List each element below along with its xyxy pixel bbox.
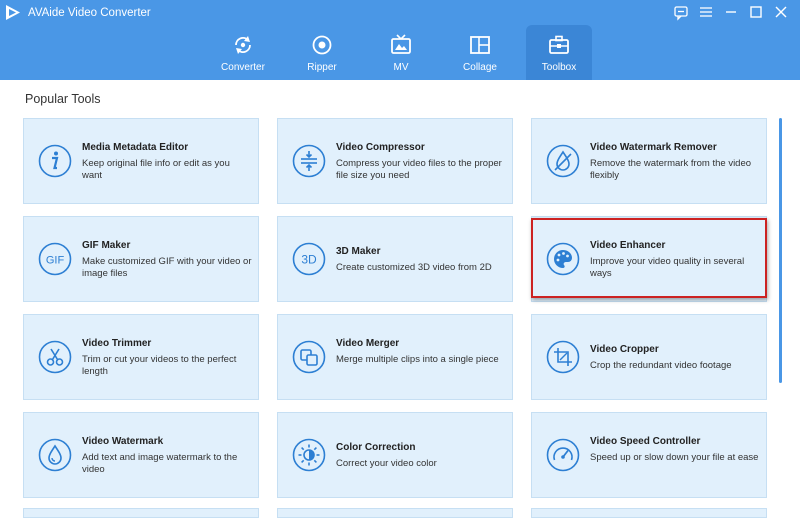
collage-icon bbox=[470, 36, 490, 54]
compress-icon bbox=[292, 144, 326, 178]
speed-icon bbox=[546, 438, 580, 472]
tool-description: Correct your video color bbox=[336, 458, 437, 469]
drop-icon bbox=[38, 438, 72, 472]
app-logo-icon bbox=[6, 5, 20, 20]
tool-card-video-trimmer[interactable]: Video Trimmer Trim or cut your videos to… bbox=[23, 314, 259, 400]
maximize-icon[interactable] bbox=[747, 3, 765, 21]
tool-title: Video Watermark Remover bbox=[590, 142, 717, 153]
app-title: AVAide Video Converter bbox=[28, 7, 151, 19]
mv-icon bbox=[391, 34, 411, 54]
tool-description: Speed up or slow down your file at ease bbox=[590, 452, 759, 463]
tool-description: Crop the redundant video footage bbox=[590, 360, 732, 371]
tool-card-video-watermark[interactable]: Video Watermark Add text and image water… bbox=[23, 412, 259, 498]
tool-card-video-speed-controller[interactable]: Video Speed Controller Speed up or slow … bbox=[531, 412, 767, 498]
toolbox-icon bbox=[549, 35, 569, 54]
scissors-icon bbox=[38, 340, 72, 374]
tool-title: Video Compressor bbox=[336, 142, 425, 153]
scrollbar-thumb[interactable] bbox=[779, 118, 782, 383]
tool-card-video-merger[interactable]: Video Merger Merge multiple clips into a… bbox=[277, 314, 513, 400]
tab-toolbox-label: Toolbox bbox=[541, 62, 577, 73]
tool-title: 3D Maker bbox=[336, 246, 381, 257]
section-title: Popular Tools bbox=[25, 92, 101, 106]
tool-card-partial[interactable] bbox=[23, 508, 259, 518]
menu-icon[interactable] bbox=[697, 3, 715, 21]
svg-text:3D: 3D bbox=[301, 253, 317, 267]
tool-card-video-cropper[interactable]: Video Cropper Crop the redundant video f… bbox=[531, 314, 767, 400]
tool-description: Create customized 3D video from 2D bbox=[336, 262, 492, 273]
close-icon[interactable] bbox=[772, 3, 790, 21]
crop-icon bbox=[546, 340, 580, 374]
tool-description: Remove the watermark from the video flex… bbox=[590, 158, 752, 181]
tool-card-gif-maker[interactable]: GIF GIF Maker Make customized GIF with y… bbox=[23, 216, 259, 302]
3d-icon: 3D bbox=[292, 242, 326, 276]
watermark-remove-icon bbox=[546, 144, 580, 178]
highlight-box bbox=[531, 218, 767, 298]
tab-collage-label: Collage bbox=[463, 62, 497, 73]
tool-description: Make customized GIF with your video or i… bbox=[82, 256, 252, 279]
tool-description: Merge multiple clips into a single piece bbox=[336, 354, 499, 365]
tab-toolbox[interactable]: Toolbox bbox=[526, 25, 592, 80]
tool-title: Video Merger bbox=[336, 338, 400, 349]
sun-icon bbox=[292, 438, 326, 472]
tool-description: Keep original file info or edit as you w… bbox=[82, 158, 230, 181]
tool-card-color-correction[interactable]: Color Correction Correct your video colo… bbox=[277, 412, 513, 498]
feedback-icon[interactable] bbox=[672, 3, 690, 21]
tab-converter-label: Converter bbox=[221, 62, 265, 73]
tab-converter[interactable]: Converter bbox=[210, 25, 276, 80]
tab-collage[interactable]: Collage bbox=[447, 25, 513, 80]
tool-description: Add text and image watermark to the vide… bbox=[82, 452, 238, 475]
gif-icon: GIF bbox=[38, 242, 72, 276]
tab-ripper[interactable]: Ripper bbox=[289, 25, 355, 80]
svg-text:GIF: GIF bbox=[46, 255, 65, 267]
tool-card-media-metadata-editor[interactable]: Media Metadata Editor Keep original file… bbox=[23, 118, 259, 204]
tool-title: GIF Maker bbox=[82, 240, 131, 251]
tool-card-partial[interactable] bbox=[277, 508, 513, 518]
tool-title: Media Metadata Editor bbox=[82, 142, 189, 153]
ripper-icon bbox=[312, 35, 332, 55]
tool-title: Video Speed Controller bbox=[590, 436, 701, 447]
tool-title: Video Trimmer bbox=[82, 338, 152, 349]
merge-icon bbox=[292, 340, 326, 374]
tool-card-video-watermark-remover[interactable]: Video Watermark Remover Remove the water… bbox=[531, 118, 767, 204]
tool-description: Trim or cut your videos to the perfect l… bbox=[82, 354, 237, 377]
info-icon bbox=[38, 144, 72, 178]
tool-card-partial[interactable] bbox=[531, 508, 767, 518]
converter-icon bbox=[235, 36, 251, 54]
tab-ripper-label: Ripper bbox=[307, 62, 337, 73]
tool-card-3d-maker[interactable]: 3D 3D Maker Create customized 3D video f… bbox=[277, 216, 513, 302]
tool-description: Compress your video files to the proper … bbox=[336, 158, 502, 181]
title-bar: AVAide Video Converter Converter Ripper … bbox=[0, 0, 800, 80]
tool-title: Video Watermark bbox=[82, 436, 164, 447]
tab-mv-label: MV bbox=[393, 62, 409, 73]
tool-title: Color Correction bbox=[336, 442, 416, 453]
tab-mv[interactable]: MV bbox=[368, 25, 434, 80]
tool-title: Video Cropper bbox=[590, 344, 659, 355]
tool-card-video-compressor[interactable]: Video Compressor Compress your video fil… bbox=[277, 118, 513, 204]
minimize-icon[interactable] bbox=[722, 3, 740, 21]
